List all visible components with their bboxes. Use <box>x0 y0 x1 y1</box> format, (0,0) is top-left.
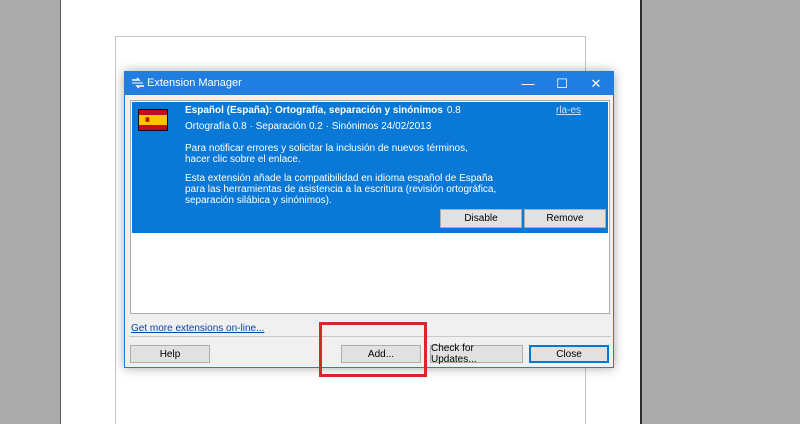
minimize-button[interactable]: — <box>511 72 545 95</box>
close-icon: ✕ <box>590 75 602 91</box>
workspace-right <box>642 0 800 424</box>
extension-description: Esta extensión añade la compatibilidad e… <box>185 173 497 206</box>
extension-components: Ortografía 0.8 · Separación 0.2 · Sinóni… <box>185 121 432 132</box>
app-icon <box>132 77 144 89</box>
extension-version: 0.8 <box>446 105 461 116</box>
get-more-extensions-link[interactable]: Get more extensions on-line... <box>131 323 264 334</box>
maximize-icon: ☐ <box>556 75 568 91</box>
title-bar[interactable]: Extension Manager — ☐ ✕ <box>125 72 613 95</box>
help-button[interactable]: Help <box>130 345 210 363</box>
extension-list[interactable]: Español (España): Ortografía, separación… <box>130 100 610 314</box>
highlight-annotation <box>319 322 427 377</box>
minimize-icon: — <box>521 76 535 91</box>
publisher-link[interactable]: rla-es <box>556 105 581 116</box>
dialog-title: Extension Manager <box>147 77 242 89</box>
close-button[interactable]: Close <box>529 345 609 363</box>
remove-button[interactable]: Remove <box>524 209 606 228</box>
extension-note: Para notificar errores y solicitar la in… <box>185 143 468 165</box>
extension-item-selected[interactable]: Español (España): Ortografía, separación… <box>132 102 608 233</box>
maximize-button[interactable]: ☐ <box>545 72 579 95</box>
check-updates-button[interactable]: Check for Updates... <box>430 343 523 365</box>
disable-button[interactable]: Disable <box>440 209 522 228</box>
close-window-button[interactable]: ✕ <box>579 72 613 95</box>
spain-flag-icon <box>138 109 168 131</box>
workspace-left <box>0 0 60 424</box>
extension-name: Español (España): Ortografía, separación… <box>185 105 461 116</box>
